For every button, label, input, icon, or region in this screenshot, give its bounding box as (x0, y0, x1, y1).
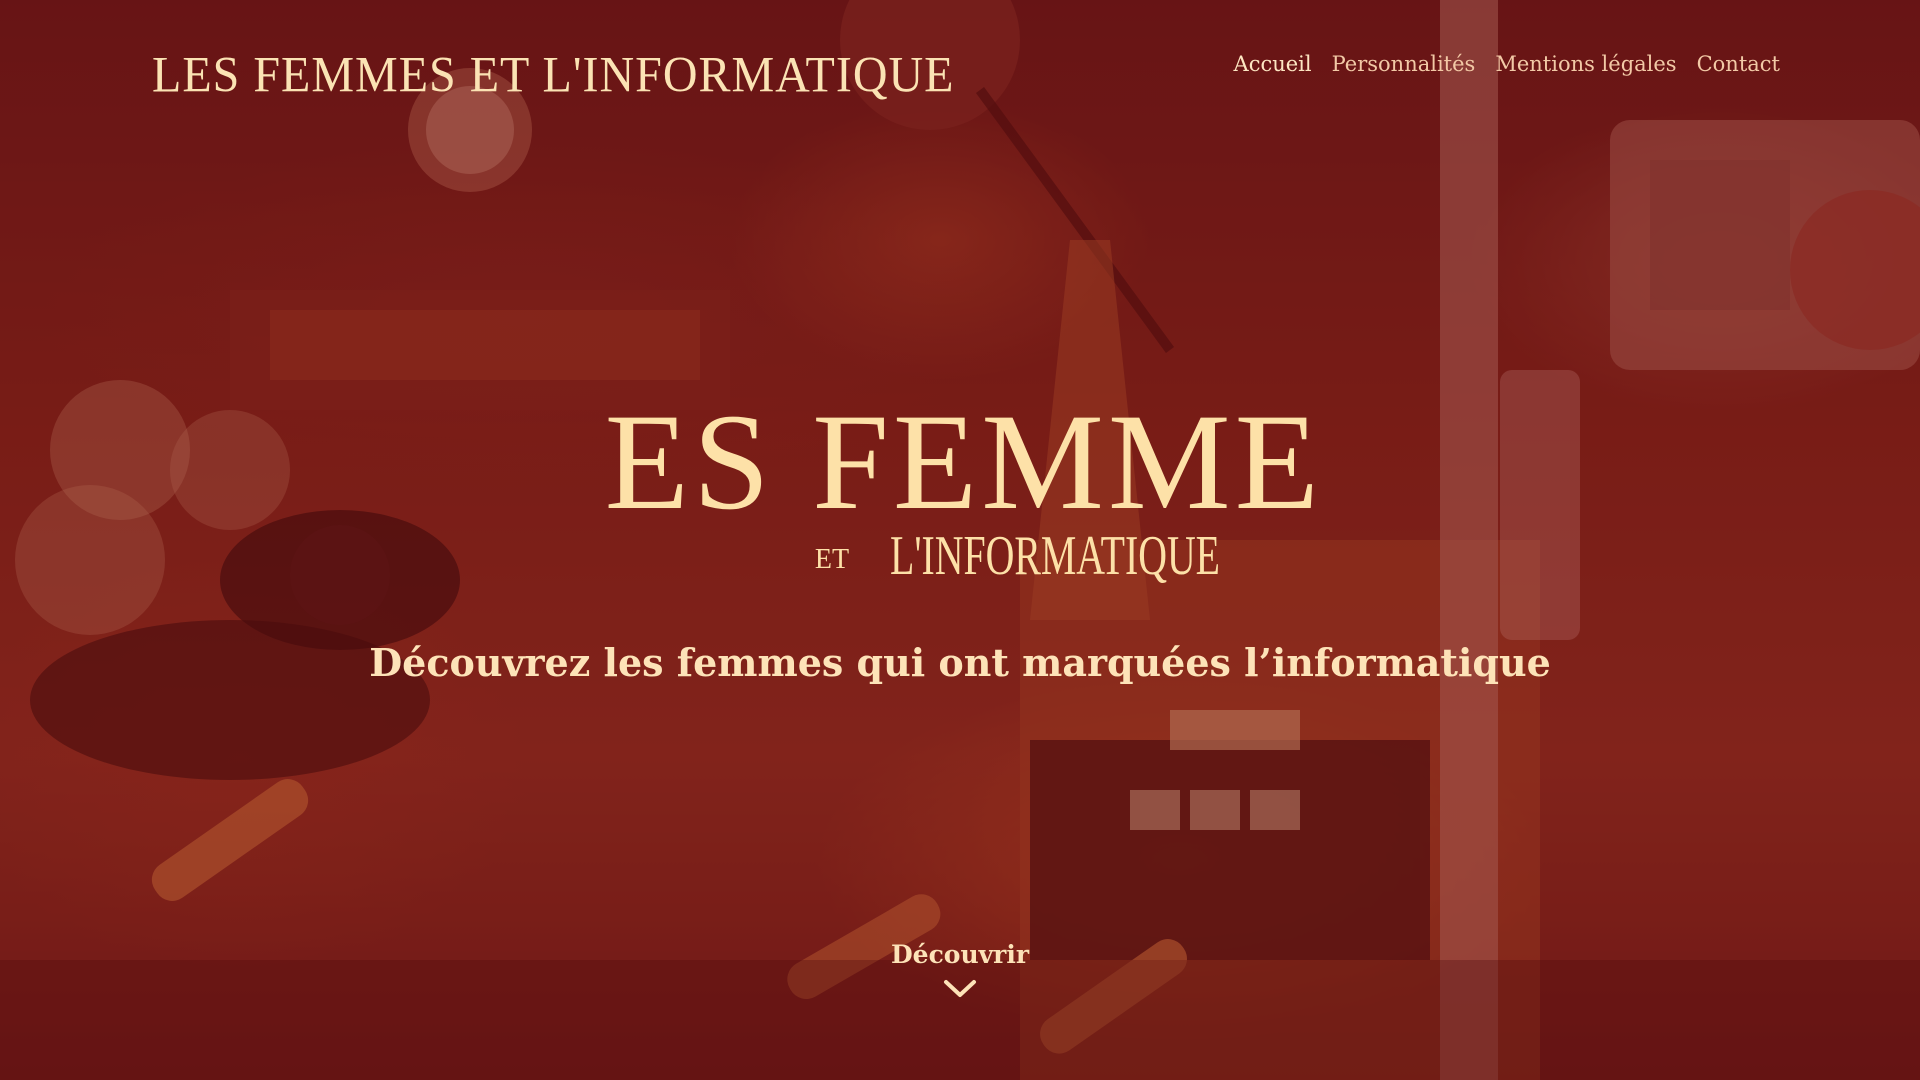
discover-label: Découvrir (890, 940, 1030, 969)
hero-logo-line1: LES FEMMES (600, 388, 1320, 538)
nav-link-contact[interactable]: Contact (1697, 52, 1780, 76)
hero-logo-line2: L'INFORMATIQUE (890, 525, 1220, 587)
nav-link-accueil[interactable]: Accueil (1234, 52, 1312, 76)
nav-link-personnalites[interactable]: Personnalités (1332, 52, 1476, 76)
hero-logo-et: ET (815, 544, 849, 575)
site-header: LES FEMMES ET L'INFORMATIQUE Accueil Per… (0, 0, 1920, 140)
site-logo-text: LES FEMMES ET L'INFORMATIQUE (152, 47, 955, 104)
hero-logo: LES FEMMES ET L'INFORMATIQUE (516, 385, 1399, 598)
discover-button[interactable]: Découvrir (860, 940, 1060, 1040)
hero-tagline: Découvrez les femmes qui ont marquées l’… (369, 640, 1551, 685)
hero-logo-graphic: LES FEMMES ET L'INFORMATIQUE (516, 385, 1399, 587)
landing-page: LES FEMMES ET L'INFORMATIQUE Accueil Per… (0, 0, 1920, 1080)
chevron-down-icon (944, 980, 976, 997)
site-logo[interactable]: LES FEMMES ET L'INFORMATIQUE (152, 36, 954, 106)
main-nav: Accueil Personnalités Mentions légales C… (1234, 52, 1780, 76)
nav-link-mentions-legales[interactable]: Mentions légales (1495, 52, 1676, 76)
